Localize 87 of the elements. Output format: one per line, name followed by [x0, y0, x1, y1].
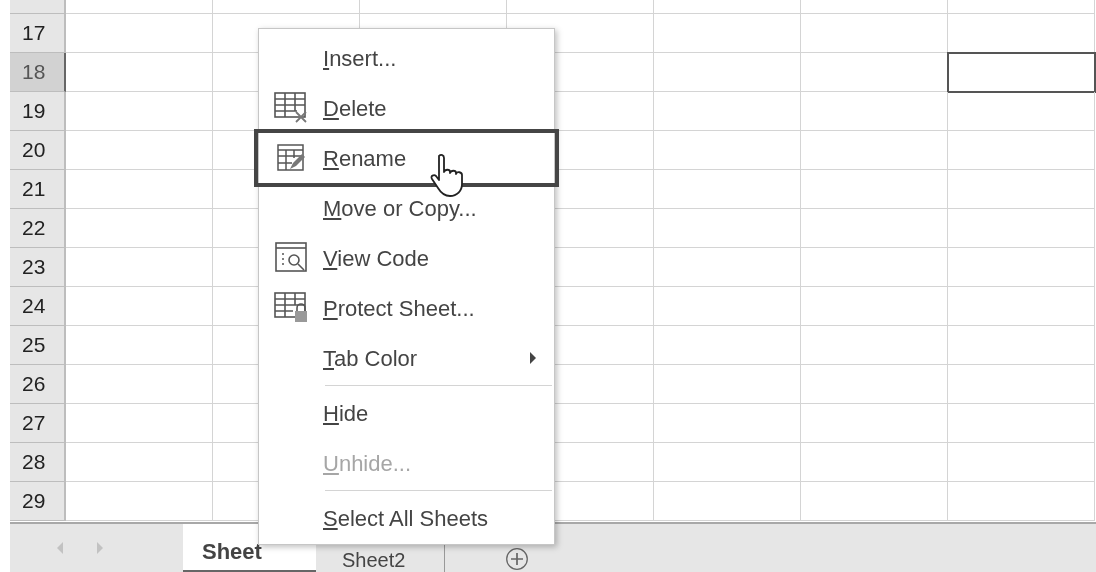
grid-cell[interactable] — [948, 404, 1095, 443]
grid-cell[interactable] — [801, 482, 948, 521]
grid-cell[interactable] — [948, 326, 1095, 365]
add-sheet-icon[interactable] — [505, 547, 529, 571]
row-header[interactable]: 24 — [10, 287, 66, 326]
grid-cell[interactable] — [66, 0, 213, 14]
menu-item[interactable]: Insert... — [259, 33, 554, 83]
scroll-right-icon[interactable] — [96, 541, 104, 555]
grid-cell[interactable] — [801, 365, 948, 404]
grid-cell[interactable] — [801, 287, 948, 326]
grid-cell[interactable] — [801, 131, 948, 170]
grid-cell[interactable] — [66, 365, 213, 404]
menu-item[interactable]: Tab Color — [259, 333, 554, 383]
grid-cell[interactable] — [66, 287, 213, 326]
menu-item[interactable]: Delete — [259, 83, 554, 133]
grid-cell[interactable] — [66, 209, 213, 248]
grid-cell[interactable] — [801, 170, 948, 209]
grid-cell[interactable] — [801, 209, 948, 248]
grid-cell[interactable] — [801, 443, 948, 482]
scroll-left-icon[interactable] — [56, 541, 64, 555]
menu-item[interactable]: View Code — [259, 233, 554, 283]
table-delete-icon — [274, 92, 308, 124]
grid-cell[interactable] — [948, 482, 1095, 521]
row-header[interactable]: 28 — [10, 443, 66, 482]
row-header[interactable] — [10, 0, 66, 14]
row-header[interactable]: 18 — [10, 53, 66, 92]
grid-cell[interactable] — [654, 14, 801, 53]
grid-cell[interactable] — [654, 53, 801, 92]
grid-cell[interactable] — [66, 170, 213, 209]
grid-cell[interactable] — [801, 92, 948, 131]
window-magnifier-icon — [275, 242, 307, 274]
grid-cell[interactable] — [654, 287, 801, 326]
grid-cell[interactable] — [948, 287, 1095, 326]
grid-cell[interactable] — [507, 0, 654, 14]
row-header[interactable]: 20 — [10, 131, 66, 170]
grid-cell[interactable] — [66, 92, 213, 131]
grid-cell[interactable] — [66, 326, 213, 365]
grid-cell[interactable] — [948, 131, 1095, 170]
grid-cell[interactable] — [948, 248, 1095, 287]
table-pencil-icon — [277, 144, 305, 172]
active-cell[interactable] — [947, 52, 1096, 93]
menu-item[interactable]: Move or Copy... — [259, 183, 554, 233]
grid-cell[interactable] — [801, 0, 948, 14]
grid-cell[interactable] — [654, 131, 801, 170]
menu-item[interactable]: Protect Sheet... — [259, 283, 554, 333]
row-header[interactable]: 21 — [10, 170, 66, 209]
menu-item[interactable]: Rename — [258, 133, 555, 183]
grid-cell[interactable] — [654, 326, 801, 365]
grid-cell[interactable] — [654, 365, 801, 404]
grid-cell[interactable] — [654, 404, 801, 443]
grid-cell[interactable] — [66, 53, 213, 92]
grid-cell[interactable] — [801, 248, 948, 287]
row-header[interactable]: 25 — [10, 326, 66, 365]
grid-cell[interactable] — [801, 14, 948, 53]
row-header[interactable]: 29 — [10, 482, 66, 521]
grid-cell[interactable] — [66, 482, 213, 521]
grid-cell[interactable] — [948, 92, 1095, 131]
row-header[interactable]: 17 — [10, 14, 66, 53]
grid-cell[interactable] — [654, 482, 801, 521]
grid-cell[interactable] — [654, 92, 801, 131]
grid-cell[interactable] — [66, 131, 213, 170]
row-header[interactable]: 27 — [10, 404, 66, 443]
grid-cell[interactable] — [213, 0, 360, 14]
grid-cell[interactable] — [948, 170, 1095, 209]
row-header[interactable]: 26 — [10, 365, 66, 404]
grid-cell[interactable] — [360, 0, 507, 14]
grid-cell[interactable] — [654, 443, 801, 482]
grid-cell[interactable] — [654, 209, 801, 248]
grid-cell[interactable] — [66, 443, 213, 482]
grid-cell[interactable] — [66, 248, 213, 287]
row-header[interactable]: 23 — [10, 248, 66, 287]
grid-cell[interactable] — [654, 170, 801, 209]
menu-item[interactable]: Hide — [259, 388, 554, 438]
grid-cell[interactable] — [654, 248, 801, 287]
grid-cell[interactable] — [948, 443, 1095, 482]
grid-cell[interactable] — [948, 365, 1095, 404]
submenu-arrow-icon — [530, 352, 536, 364]
row-header[interactable]: 19 — [10, 92, 66, 131]
grid-cell[interactable] — [66, 14, 213, 53]
grid-cell[interactable] — [654, 0, 801, 14]
table-lock-icon — [274, 292, 308, 324]
grid-cell[interactable] — [801, 404, 948, 443]
grid-cell[interactable] — [801, 326, 948, 365]
grid-cell[interactable] — [948, 0, 1095, 14]
grid-cell[interactable] — [66, 404, 213, 443]
row-header[interactable]: 22 — [10, 209, 66, 248]
grid-cell[interactable] — [948, 209, 1095, 248]
